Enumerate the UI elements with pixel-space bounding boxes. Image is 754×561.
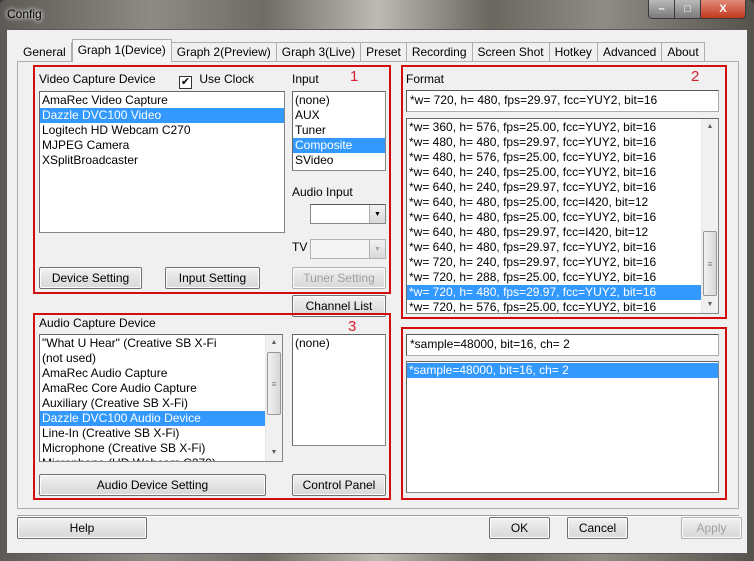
maximize-button[interactable]: □ [675, 0, 701, 19]
minimize-button[interactable]: – [648, 0, 675, 19]
list-item[interactable]: Microphone (HD Webcam C270) [40, 456, 265, 461]
list-item[interactable]: AUX [293, 108, 385, 123]
format-label: Format [406, 72, 445, 86]
list-item[interactable]: *w= 640, h= 480, fps=29.97, fcc=YUY2, bi… [407, 240, 701, 255]
apply-button[interactable]: Apply [681, 517, 742, 539]
caption-buttons: – □ X [648, 0, 746, 19]
chevron-down-icon: ▼ [369, 205, 385, 223]
list-item[interactable]: *w= 640, h= 480, fps=25.00, fcc=YUY2, bi… [407, 210, 701, 225]
dialog-client: General Graph 1(Device) Graph 2(Preview)… [6, 29, 748, 554]
audio-pin-list[interactable]: (none) [292, 334, 386, 446]
device-setting-button[interactable]: Device Setting [39, 267, 142, 289]
ok-button[interactable]: OK [489, 517, 550, 539]
audio-format-current-field[interactable]: *sample=48000, bit=16, ch= 2 [406, 334, 719, 356]
list-item-selected[interactable]: Dazzle DVC100 Video [40, 108, 284, 123]
tab-hotkey[interactable]: Hotkey [549, 42, 598, 62]
tab-graph1-device[interactable]: Graph 1(Device) [71, 39, 172, 62]
list-item[interactable]: AmaRec Audio Capture [40, 366, 265, 381]
list-item[interactable]: *w= 640, h= 240, fps=29.97, fcc=YUY2, bi… [407, 180, 701, 195]
list-item[interactable]: *w= 640, h= 240, fps=25.00, fcc=YUY2, bi… [407, 165, 701, 180]
list-item[interactable]: *w= 360, h= 576, fps=25.00, fcc=YUY2, bi… [407, 120, 701, 135]
grip-icon: ≡ [707, 258, 713, 269]
audio-capture-device-label: Audio Capture Device [39, 316, 156, 330]
scroll-down-icon[interactable]: ▼ [702, 297, 718, 313]
audio-device-scrollbar[interactable]: ▲ ≡ ▼ [265, 335, 282, 461]
list-item[interactable]: *w= 640, h= 480, fps=29.97, fcc=I420, bi… [407, 225, 701, 240]
list-item[interactable]: XSplitBroadcaster [40, 153, 284, 168]
use-clock-label: Use Clock [199, 72, 255, 86]
list-item-selected[interactable]: Composite [293, 138, 385, 153]
list-item[interactable]: Microphone (Creative SB X-Fi) [40, 441, 265, 456]
window-frame: Config – □ X General Graph 1(Device) Gra… [0, 0, 754, 561]
list-item[interactable]: SVideo [293, 153, 385, 168]
list-item[interactable]: *w= 720, h= 240, fps=29.97, fcc=YUY2, bi… [407, 255, 701, 270]
audio-input-dropdown[interactable]: ▼ [310, 204, 386, 224]
scroll-thumb[interactable]: ≡ [703, 231, 717, 296]
list-item[interactable]: MJPEG Camera [40, 138, 284, 153]
audio-device-list[interactable]: "What U Hear" (Creative SB X-Fi (not use… [39, 334, 283, 462]
tv-dropdown[interactable]: ▼ [310, 239, 386, 259]
close-button[interactable]: X [701, 0, 746, 19]
list-item[interactable]: AmaRec Core Audio Capture [40, 381, 265, 396]
use-clock-check-icon: ✔ [179, 76, 192, 89]
annotation-number-1: 1 [350, 68, 359, 85]
tab-preset[interactable]: Preset [361, 42, 407, 62]
list-item-selected[interactable]: *sample=48000, bit=16, ch= 2 [407, 363, 718, 378]
list-item[interactable]: "What U Hear" (Creative SB X-Fi [40, 336, 265, 351]
use-clock-checkbox[interactable]: ✔ Use Clock [179, 72, 254, 89]
list-item[interactable]: *w= 480, h= 480, fps=29.97, fcc=YUY2, bi… [407, 135, 701, 150]
list-item[interactable]: (none) [293, 336, 385, 351]
input-setting-button[interactable]: Input Setting [165, 267, 260, 289]
minimize-icon: – [658, 3, 665, 15]
tab-bar: General Graph 1(Device) Graph 2(Preview)… [17, 39, 705, 62]
maximize-icon: □ [684, 3, 691, 15]
list-item[interactable]: (not used) [40, 351, 265, 366]
scroll-up-icon[interactable]: ▲ [702, 119, 718, 135]
close-icon: X [719, 3, 727, 15]
tab-graph3-live[interactable]: Graph 3(Live) [276, 42, 362, 62]
list-item[interactable]: Auxiliary (Creative SB X-Fi) [40, 396, 265, 411]
scroll-up-icon[interactable]: ▲ [266, 335, 282, 351]
input-label: Input [292, 72, 319, 86]
format-list[interactable]: *w= 360, h= 576, fps=25.00, fcc=YUY2, bi… [406, 118, 719, 314]
tab-general[interactable]: General [17, 42, 72, 62]
list-item[interactable]: Logitech HD Webcam C270 [40, 123, 284, 138]
cancel-button[interactable]: Cancel [567, 517, 628, 539]
list-item-selected[interactable]: Dazzle DVC100 Audio Device [40, 411, 265, 426]
list-item[interactable]: *w= 640, h= 480, fps=25.00, fcc=I420, bi… [407, 195, 701, 210]
video-capture-device-label: Video Capture Device [39, 72, 156, 86]
list-item[interactable]: *w= 480, h= 576, fps=25.00, fcc=YUY2, bi… [407, 150, 701, 165]
tab-about[interactable]: About [662, 42, 705, 62]
tab-advanced[interactable]: Advanced [597, 42, 663, 62]
list-item[interactable]: *w= 720, h= 576, fps=25.00, fcc=YUY2, bi… [407, 300, 701, 313]
list-item[interactable]: Tuner [293, 123, 385, 138]
tab-recording[interactable]: Recording [406, 42, 473, 62]
window-title: Config [7, 7, 42, 21]
control-panel-button[interactable]: Control Panel [292, 474, 386, 496]
scroll-down-icon[interactable]: ▼ [266, 445, 282, 461]
annotation-number-2: 2 [691, 68, 700, 85]
chevron-down-icon: ▼ [369, 240, 385, 258]
grip-icon: ≡ [271, 378, 277, 389]
list-item[interactable]: Line-In (Creative SB X-Fi) [40, 426, 265, 441]
format-scrollbar[interactable]: ▲ ≡ ▼ [701, 119, 718, 313]
audio-device-setting-button[interactable]: Audio Device Setting [39, 474, 266, 496]
annotation-number-3: 3 [348, 318, 357, 335]
list-item-selected[interactable]: *w= 720, h= 480, fps=29.97, fcc=YUY2, bi… [407, 285, 701, 300]
video-input-list[interactable]: (none) AUX Tuner Composite SVideo [292, 91, 386, 171]
format-current-field[interactable]: *w= 720, h= 480, fps=29.97, fcc=YUY2, bi… [406, 90, 719, 112]
list-item[interactable]: (none) [293, 93, 385, 108]
scroll-thumb[interactable]: ≡ [267, 352, 281, 415]
tab-screen-shot[interactable]: Screen Shot [472, 42, 550, 62]
list-item[interactable]: *w= 720, h= 288, fps=25.00, fcc=YUY2, bi… [407, 270, 701, 285]
tuner-setting-button[interactable]: Tuner Setting [292, 267, 386, 289]
tv-label: TV [292, 240, 308, 254]
audio-format-list[interactable]: *sample=48000, bit=16, ch= 2 [406, 361, 719, 493]
tab-graph2-preview[interactable]: Graph 2(Preview) [171, 42, 277, 62]
audio-input-label: Audio Input [292, 185, 353, 199]
list-item[interactable]: AmaRec Video Capture [40, 93, 284, 108]
video-device-list[interactable]: AmaRec Video Capture Dazzle DVC100 Video… [39, 91, 285, 233]
help-button[interactable]: Help [17, 517, 147, 539]
